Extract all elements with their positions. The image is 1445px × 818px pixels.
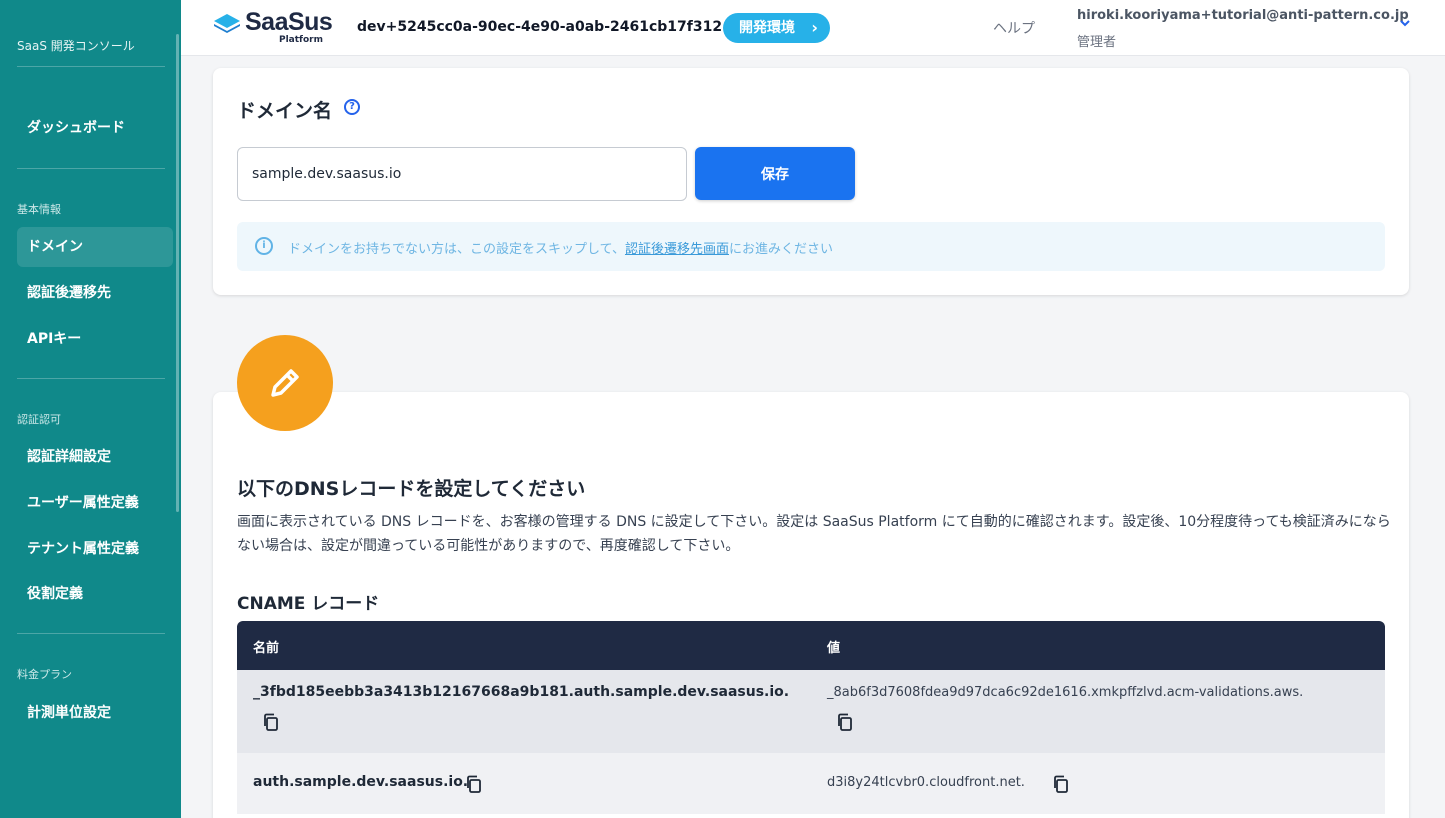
- dns-card: 以下のDNSレコードを設定してください 画面に表示されている DNS レコードを…: [213, 392, 1409, 818]
- cname-table: 名前 値 _3fbd185eebb3a3413b12167668a9b181.a…: [237, 621, 1385, 814]
- info-text-after: にお進みください: [728, 242, 833, 257]
- copy-icon[interactable]: [262, 713, 280, 731]
- table-row: auth.sample.dev.saasus.io. d3i8y24tlcvbr…: [237, 753, 1385, 814]
- table-header: 名前 値: [237, 621, 1385, 670]
- sidebar-item-api-key[interactable]: APIキー: [17, 319, 173, 359]
- info-text-before: ドメインをお持ちでない方は、この設定をスキップして、: [288, 242, 625, 257]
- copy-icon[interactable]: [836, 713, 854, 731]
- record-value: _8ab6f3d7608fdea9d97dca6c92de1616.xmkpff…: [827, 685, 1304, 700]
- user-email: hiroki.kooriyama+tutorial@anti-pattern.c…: [1077, 8, 1409, 23]
- dns-description: 画面に表示されている DNS レコードを、お客様の管理する DNS に設定して下…: [237, 514, 1391, 554]
- pencil-icon: [271, 369, 299, 397]
- domain-card-title: ドメイン名: [237, 100, 333, 122]
- sidebar-section-auth: 認証認可: [17, 413, 61, 426]
- info-icon: i: [255, 237, 273, 255]
- column-header-value: 値: [827, 641, 841, 656]
- sidebar-item-dashboard[interactable]: ダッシュボード: [17, 108, 173, 148]
- cname-section-title: CNAME レコード: [237, 594, 380, 614]
- environment-id: dev+5245cc0a-90ec-4e90-a0ab-2461cb17f312: [357, 19, 723, 35]
- help-link[interactable]: ヘルプ: [993, 18, 1035, 38]
- domain-input[interactable]: [237, 147, 687, 201]
- dns-card-title: 以下のDNSレコードを設定してください: [237, 478, 586, 500]
- sidebar-divider: [17, 378, 165, 379]
- save-button[interactable]: 保存: [695, 147, 855, 200]
- redirect-settings-link[interactable]: 認証後遷移先画面: [625, 242, 729, 257]
- user-role: 管理者: [1077, 35, 1117, 50]
- sidebar-item-user-attributes[interactable]: ユーザー属性定義: [17, 483, 173, 523]
- sidebar-item-roles[interactable]: 役割定義: [17, 574, 173, 614]
- info-text: ドメインをお持ちでない方は、この設定をスキップして、認証後遷移先画面にお進みくだ…: [288, 238, 833, 257]
- app-title: SaaS 開発コンソール: [17, 39, 135, 53]
- sidebar: SaaS 開発コンソール ダッシュボード 基本情報 ドメイン 認証後遷移先 AP…: [0, 0, 181, 818]
- sidebar-divider: [17, 66, 165, 67]
- record-value: d3i8y24tlcvbr0.cloudfront.net.: [827, 775, 1025, 790]
- record-name: _3fbd185eebb3a3413b12167668a9b181.auth.s…: [253, 684, 790, 700]
- environment-button[interactable]: 開発環境 ›: [723, 13, 830, 43]
- sidebar-item-metering-units[interactable]: 計測単位設定: [17, 693, 173, 733]
- sidebar-section-pricing: 料金プラン: [17, 668, 72, 681]
- saasus-logo-icon: [214, 14, 240, 33]
- pencil-badge: [237, 335, 333, 431]
- table-row: _3fbd185eebb3a3413b12167668a9b181.auth.s…: [237, 670, 1385, 753]
- top-header: SaaSus Platform dev+5245cc0a-90ec-4e90-a…: [181, 0, 1445, 56]
- copy-icon[interactable]: [1052, 775, 1070, 793]
- sidebar-item-auth-detail[interactable]: 認証詳細設定: [17, 437, 173, 477]
- copy-icon[interactable]: [465, 775, 483, 793]
- info-alert: i ドメインをお持ちでない方は、この設定をスキップして、認証後遷移先画面にお進み…: [237, 222, 1385, 271]
- question-icon[interactable]: ?: [344, 99, 360, 115]
- sidebar-divider: [17, 633, 165, 634]
- saasus-logo[interactable]: SaaSus Platform: [213, 8, 333, 46]
- environment-button-label: 開発環境: [739, 20, 795, 36]
- chevron-down-icon[interactable]: [1399, 14, 1411, 33]
- sidebar-item-tenant-attributes[interactable]: テナント属性定義: [17, 529, 173, 569]
- sidebar-section-basic: 基本情報: [17, 203, 61, 216]
- sidebar-divider: [17, 168, 165, 169]
- logo-text: SaaSus: [245, 8, 333, 36]
- domain-card: ドメイン名 ? 保存 i ドメインをお持ちでない方は、この設定をスキップして、認…: [213, 68, 1409, 295]
- record-name: auth.sample.dev.saasus.io.: [253, 774, 469, 790]
- column-header-name: 名前: [253, 641, 280, 656]
- chevron-right-icon: ›: [811, 18, 818, 37]
- logo-subtext: Platform: [279, 35, 323, 45]
- sidebar-item-domain[interactable]: ドメイン: [17, 227, 173, 267]
- sidebar-scrollbar[interactable]: [176, 34, 179, 512]
- sidebar-item-redirect[interactable]: 認証後遷移先: [17, 273, 173, 313]
